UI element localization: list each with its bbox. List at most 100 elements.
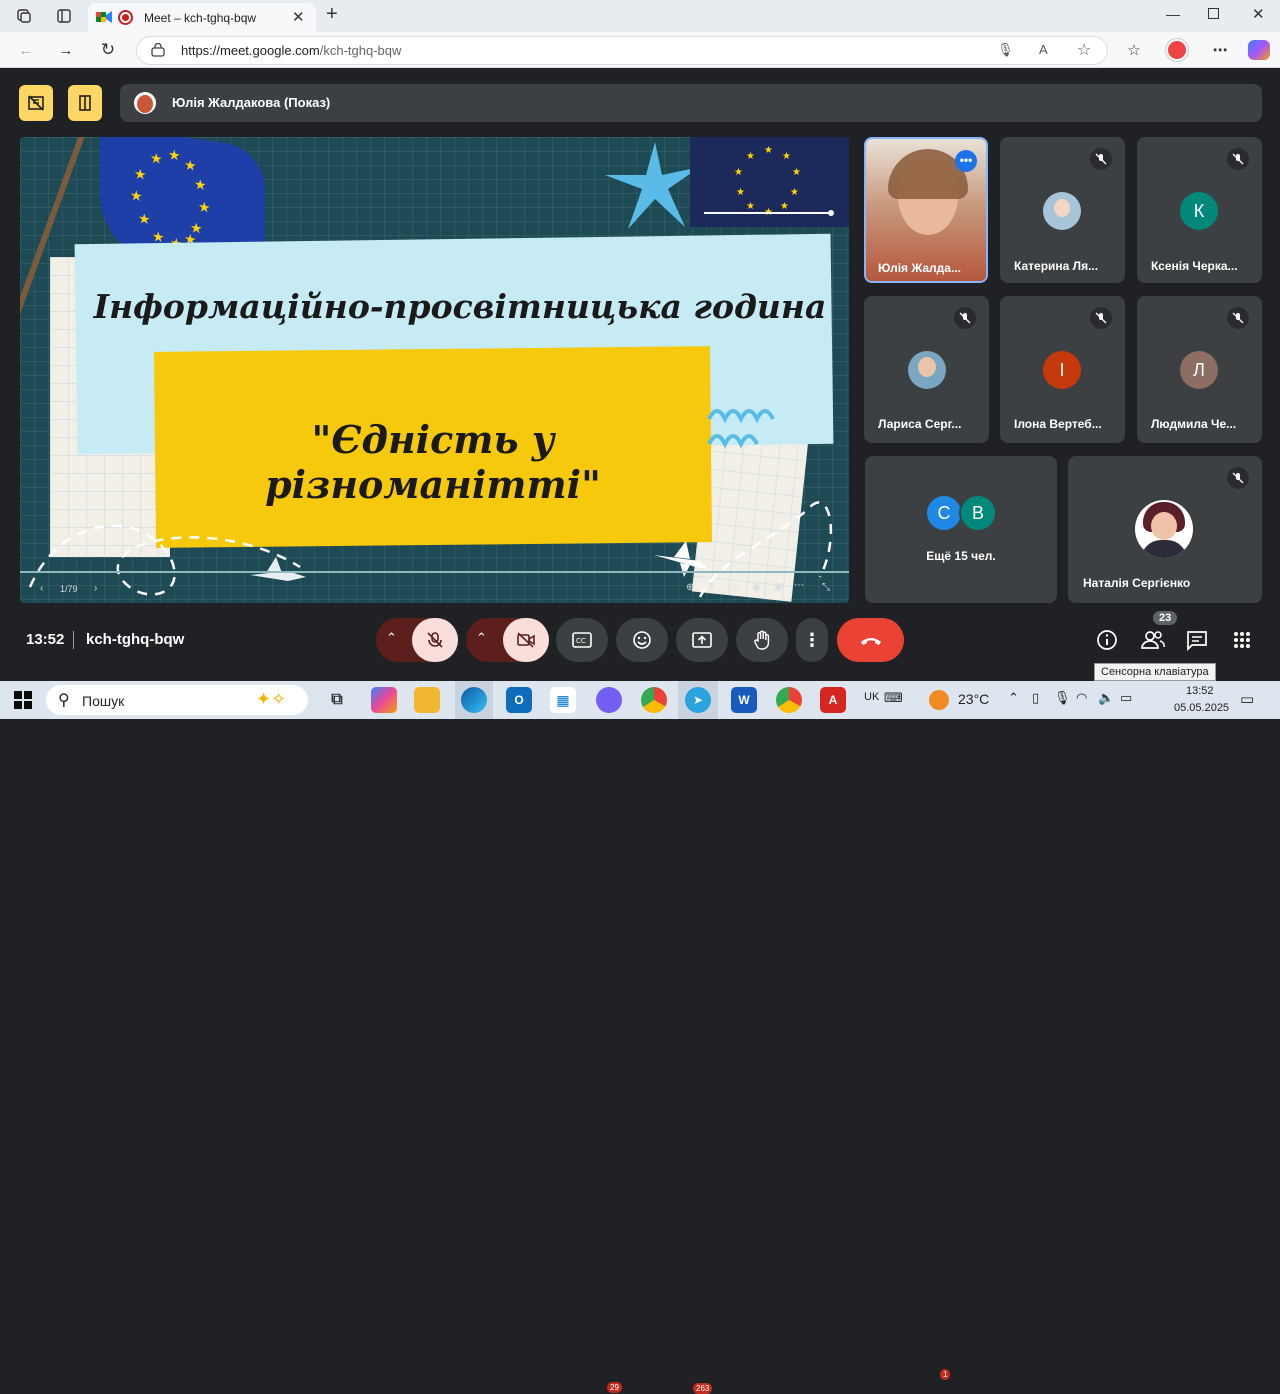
forward-icon[interactable]: → [52,36,80,64]
captions-small-icon[interactable]: ▭ [730,582,739,593]
participant-tile-1[interactable]: ••• Юлія Жалда... [864,137,988,283]
slide-prev-icon[interactable]: ‹ [40,583,43,594]
start-button[interactable] [14,691,32,714]
copilot-taskbar-icon[interactable] [371,687,397,713]
add-favorite-icon[interactable]: ☆ [1077,40,1091,60]
mic-off-icon [1090,307,1112,329]
slide-more-icon[interactable]: ⋯ [794,580,804,591]
svg-text:★: ★ [790,187,799,198]
participant-tile-5[interactable]: І Ілона Вертеб... [1000,296,1125,443]
others-avatar-2: В [959,494,997,532]
audio-options-chevron-icon[interactable]: ⌃ [386,630,397,646]
close-tab-icon[interactable]: ✕ [292,8,305,26]
tray-mic-icon[interactable]: 🎙 [1054,690,1071,706]
door-icon [79,95,91,111]
word-icon[interactable]: W [731,687,757,713]
input-language[interactable]: UK [864,691,879,703]
participant-tile-6[interactable]: Л Людмила Че... [1137,296,1262,443]
search-label: Пошук [82,693,125,709]
battery-icon[interactable]: ▭ [1120,690,1132,706]
new-tab-icon[interactable]: + [326,3,338,26]
captions-icon: CC [572,632,592,648]
minimize-icon[interactable]: — [1166,6,1180,22]
svg-text:★: ★ [134,165,147,183]
chrome-icon[interactable] [641,687,667,713]
camera-toggle-button[interactable] [503,618,549,662]
video-options-chevron-icon[interactable]: ⌃ [476,630,487,646]
back-icon[interactable]: ← [12,36,40,64]
tray-expand-icon[interactable]: ⌃ [1008,690,1019,706]
keyboard-icon[interactable]: ⌨ [884,690,903,706]
tab-actions-icon[interactable] [50,2,78,30]
telegram-icon[interactable]: ➤ [685,687,711,713]
slide-progress-track [20,571,849,573]
clock-time[interactable]: 13:52 [1186,685,1214,697]
favorites-icon[interactable]: ☆ [1120,36,1148,64]
leave-call-button[interactable] [837,618,904,662]
weather-icon[interactable] [929,690,949,710]
slides-grid-icon[interactable]: ▣ [774,582,783,593]
outlook-icon[interactable]: O [506,687,532,713]
url-bar[interactable]: https://meet.google.com/kch-tghq-bqw 🎙 A… [136,36,1108,65]
viber-icon[interactable] [596,687,622,713]
mic-off-icon [1227,467,1249,489]
others-tile[interactable]: С В Ещё 15 чел. [865,456,1057,603]
file-explorer-icon[interactable] [414,687,440,713]
participant-tile-4[interactable]: Лариса Серг... [864,296,989,443]
tray-device-icon[interactable]: ▯ [1032,690,1039,706]
chrome-profile-icon[interactable] [776,687,802,713]
edge-icon[interactable] [461,687,487,713]
wifi-icon[interactable]: ◠ [1076,690,1087,706]
clock-date[interactable]: 05.05.2025 [1174,702,1229,714]
chat-button[interactable] [1186,629,1208,656]
close-window-icon[interactable]: ✕ [1252,5,1265,23]
participant-tile-2[interactable]: Катерина Ля... [1000,137,1125,283]
copilot-icon[interactable] [1248,40,1270,60]
microphone-permission-icon[interactable]: 🎙 [997,42,1014,58]
taskbar-search-box[interactable]: ⚲ Пошук ✦✧ [46,685,308,715]
read-aloud-icon[interactable]: A [1039,42,1048,57]
store-icon[interactable]: ▦ [550,687,576,713]
more-options-button[interactable]: ⋮ [796,618,828,662]
participant-avatar: І [1043,351,1081,389]
microphone-toggle-button[interactable] [412,618,458,662]
activities-button[interactable] [1233,631,1251,654]
participant-tile-3[interactable]: К Ксенія Черка... [1137,137,1262,283]
zoom-icon[interactable]: ⊕ [686,582,694,593]
eu-stars-circle-icon: ★★★★ ★★★★ ★★ [704,145,834,218]
url-text: https://meet.google.com/kch-tghq-bqw [181,43,401,58]
profile-avatar[interactable] [1166,39,1188,61]
present-icon [692,632,712,648]
camera-control-group: ⌃ [466,618,549,662]
svg-text:★: ★ [746,151,755,162]
people-button[interactable] [1141,629,1165,656]
participant-tile-7[interactable]: Наталія Сергієнко [1068,456,1262,603]
tab-meet[interactable]: Meet – kch-tghq-bqw ✕ [88,3,316,32]
browser-tab-strip: Meet – kch-tghq-bqw ✕ + — ✕ [0,0,1280,32]
notifications-icon[interactable]: ▭ [1240,690,1254,708]
reactions-button[interactable] [616,618,668,662]
participant-name: Катерина Ля... [1014,259,1099,273]
acrobat-icon[interactable]: A [820,687,846,713]
pen-icon[interactable]: ✎ [708,582,716,593]
slide-next-icon[interactable]: › [94,583,97,594]
hide-layout-button[interactable] [19,85,53,121]
refresh-icon[interactable]: ↻ [94,36,122,64]
more-menu-icon[interactable]: ⋯ [1206,36,1234,64]
present-screen-button[interactable] [676,618,728,662]
task-view-icon[interactable]: ⧉ [324,687,350,713]
more-options-icon[interactable]: ••• [955,150,977,172]
participant-avatar [1135,500,1193,558]
search-icon: ⚲ [58,692,70,709]
meeting-details-button[interactable] [1096,629,1118,656]
participant-name: Наталія Сергієнко [1083,576,1191,590]
audio-small-icon[interactable]: ◉ [752,582,761,593]
maximize-icon[interactable] [1208,8,1219,19]
site-info-icon[interactable] [151,42,165,62]
workspaces-icon[interactable] [10,2,38,30]
fullscreen-icon[interactable]: ⤡ [822,582,830,593]
captions-button[interactable]: CC [556,618,608,662]
raise-hand-button[interactable] [736,618,788,662]
volume-icon[interactable]: 🔈 [1098,690,1114,706]
exit-presentation-button[interactable] [68,85,102,121]
